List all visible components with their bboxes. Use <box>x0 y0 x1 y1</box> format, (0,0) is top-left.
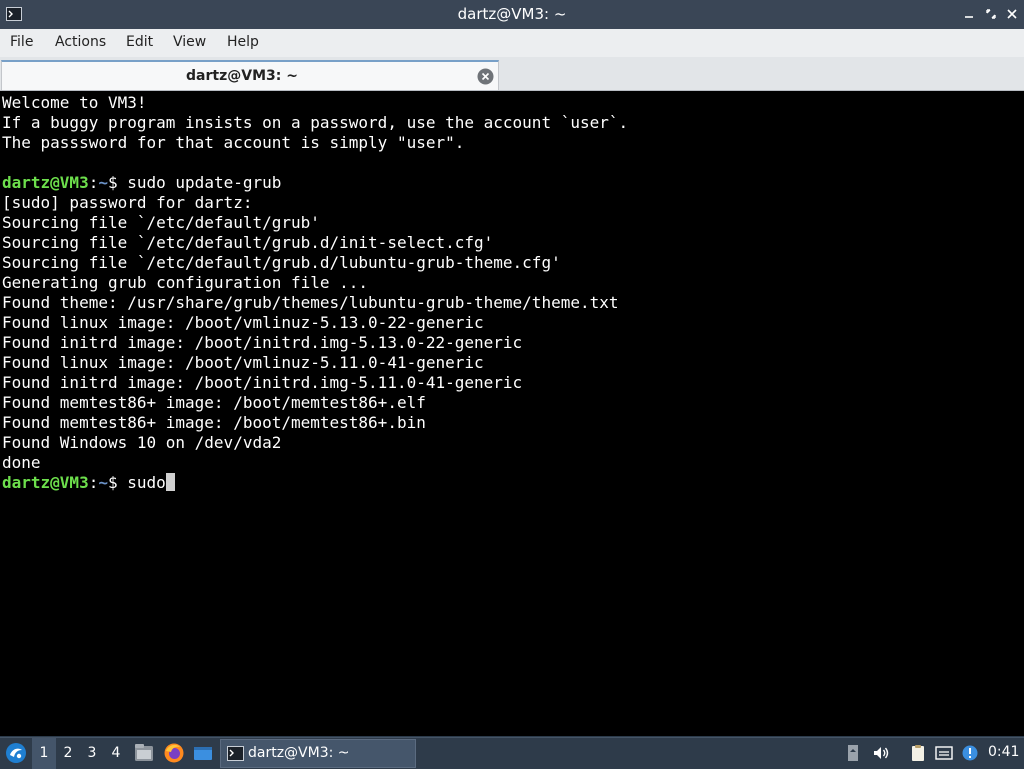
terminal-icon <box>227 746 244 761</box>
workspace-4[interactable]: 4 <box>104 738 128 769</box>
terminal-line: Sourcing file `/etc/default/grub.d/init-… <box>2 233 494 252</box>
taskbar-terminal-task[interactable]: dartz@VM3: ~ <box>220 739 416 768</box>
firefox-icon[interactable] <box>163 742 185 764</box>
terminal-output[interactable]: Welcome to VM3! If a buggy program insist… <box>0 91 1024 736</box>
restore-icon <box>986 9 996 19</box>
terminal-line: [sudo] password for dartz: <box>2 193 253 212</box>
menu-file[interactable]: File <box>10 34 33 50</box>
window-title: dartz@VM3: ~ <box>457 5 567 23</box>
menu-actions[interactable]: Actions <box>55 34 106 50</box>
prompt-path: ~ <box>98 473 108 492</box>
volume-icon[interactable] <box>871 743 891 763</box>
terminal-line: Found initrd image: /boot/initrd.img-5.1… <box>2 333 523 352</box>
file-manager-icon[interactable] <box>133 742 155 764</box>
terminal-line: Found memtest86+ image: /boot/memtest86+… <box>2 393 426 412</box>
terminal-tab[interactable]: dartz@VM3: ~ <box>1 60 499 90</box>
clipboard-icon[interactable] <box>908 743 928 763</box>
menu-help[interactable]: Help <box>227 34 259 50</box>
close-icon <box>1007 9 1017 19</box>
menu-bar: File Actions Edit View Help <box>0 29 1024 58</box>
title-bar: dartz@VM3: ~ <box>0 0 1024 29</box>
text-cursor <box>165 473 175 491</box>
terminal-line: done <box>2 453 41 472</box>
minimize-icon <box>965 16 973 18</box>
terminal-line: If a buggy program insists on a password… <box>2 113 629 132</box>
terminal-line: Generating grub configuration file ... <box>2 273 369 292</box>
terminal-line: Found linux image: /boot/vmlinuz-5.13.0-… <box>2 313 484 332</box>
terminal-line: Sourcing file `/etc/default/grub' <box>2 213 320 232</box>
prompt-command: sudo <box>127 473 166 492</box>
terminal-line: Found initrd image: /boot/initrd.img-5.1… <box>2 373 523 392</box>
terminal-line: Found memtest86+ image: /boot/memtest86+… <box>2 413 426 432</box>
tray-scroll-icon[interactable] <box>843 743 863 763</box>
close-window-button[interactable] <box>1003 5 1021 23</box>
updates-icon[interactable] <box>960 743 980 763</box>
prompt-user: dartz@VM3 <box>2 173 89 192</box>
maximize-button[interactable] <box>982 5 1000 23</box>
terminal-line: Found Windows 10 on /dev/vda2 <box>2 433 282 452</box>
tab-bar: dartz@VM3: ~ <box>0 57 1024 91</box>
show-desktop-icon[interactable] <box>192 742 214 764</box>
terminal-prompt-line: dartz@VM3:~$ sudo update-grub <box>2 173 282 192</box>
network-icon[interactable] <box>934 743 954 763</box>
taskbar: 1 2 3 4 dartz@VM3: ~ 0:41 <box>0 737 1024 769</box>
prompt-user: dartz@VM3 <box>2 473 89 492</box>
terminal-line: The passsword for that account is simply… <box>2 133 465 152</box>
workspace-1[interactable]: 1 <box>32 738 56 769</box>
menu-view[interactable]: View <box>173 34 206 50</box>
terminal-line: Sourcing file `/etc/default/grub.d/lubun… <box>2 253 561 272</box>
clock: 0:41 <box>988 744 1020 760</box>
lubuntu-start-icon[interactable] <box>5 742 27 764</box>
prompt-path: ~ <box>98 173 108 192</box>
task-label: dartz@VM3: ~ <box>248 745 350 761</box>
workspace-3[interactable]: 3 <box>80 738 104 769</box>
terminal-prompt-line: dartz@VM3:~$ sudo <box>2 473 1024 493</box>
terminal-line: Found linux image: /boot/vmlinuz-5.11.0-… <box>2 353 484 372</box>
menu-edit[interactable]: Edit <box>126 34 153 50</box>
close-tab-icon[interactable] <box>477 68 494 85</box>
minimize-button[interactable] <box>960 5 978 23</box>
terminal-line: Found theme: /usr/share/grub/themes/lubu… <box>2 293 619 312</box>
prompt-command: sudo update-grub <box>127 173 282 192</box>
workspace-2[interactable]: 2 <box>56 738 80 769</box>
terminal-line: Welcome to VM3! <box>2 93 147 112</box>
tab-label: dartz@VM3: ~ <box>186 68 298 84</box>
